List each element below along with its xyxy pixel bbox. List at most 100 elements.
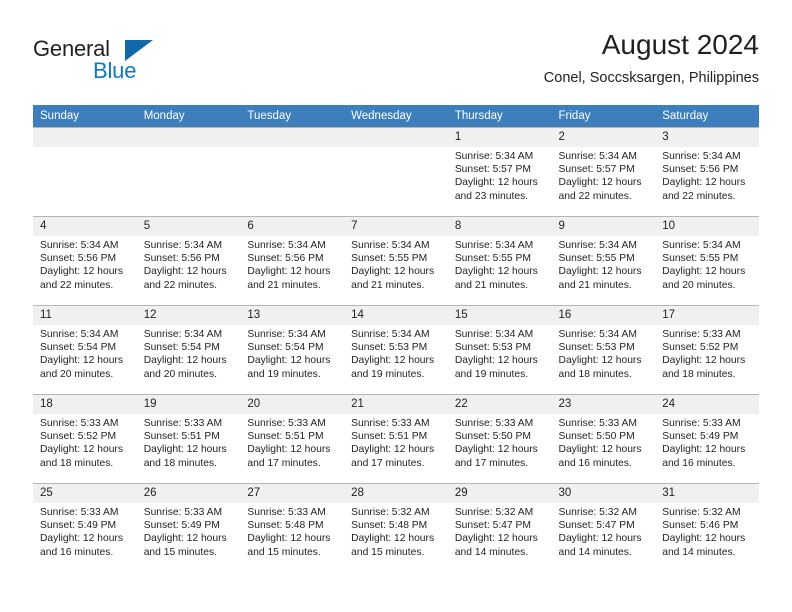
sunrise-text: Sunrise: 5:33 AM: [40, 507, 119, 518]
daylight-text-line1: Daylight: 12 hours: [247, 266, 331, 278]
calendar-day-cell[interactable]: 1 Sunrise: 5:34 AM Sunset: 5:57 PM Daylight…: [447, 127, 552, 217]
day-number: 24: [655, 395, 759, 414]
daylight-text-line2: and 18 minutes.: [143, 457, 217, 469]
calendar-day-cell[interactable]: 18 Sunrise: 5:33 AM Sunset: 5:52 PM Dayligh…: [33, 394, 137, 484]
calendar-day-cell[interactable]: 5 Sunrise: 5:34 AM Sunset: 5:56 PM Daylight…: [136, 216, 241, 306]
calendar-day-cell[interactable]: 30 Sunrise: 5:32 AM Sunset: 5:47 PM Dayligh…: [551, 483, 656, 572]
day-details: Sunrise: 5:33 AM Sunset: 5:52 PM Daylight:…: [33, 414, 137, 470]
calendar-day-cell[interactable]: 10 Sunrise: 5:34 AM Sunset: 5:55 PM Dayligh…: [655, 216, 759, 306]
daylight-text-line2: and 17 minutes.: [247, 457, 321, 469]
calendar-day-cell[interactable]: 6 Sunrise: 5:34 AM Sunset: 5:56 PM Daylight…: [240, 216, 345, 306]
day-details: Sunrise: 5:34 AM Sunset: 5:56 PM Daylight:…: [137, 236, 241, 292]
calendar-day-cell[interactable]: 11 Sunrise: 5:34 AM Sunset: 5:54 PM Dayligh…: [33, 305, 137, 395]
sunset-text: Sunset: 5:52 PM: [662, 342, 739, 354]
calendar-day-cell[interactable]: 15 Sunrise: 5:34 AM Sunset: 5:53 PM Dayligh…: [447, 305, 552, 395]
calendar-day-cell[interactable]: 13 Sunrise: 5:34 AM Sunset: 5:54 PM Dayligh…: [240, 305, 345, 395]
calendar-day-cell[interactable]: 14 Sunrise: 5:34 AM Sunset: 5:53 PM Dayligh…: [344, 305, 448, 395]
daylight-text-line2: and 15 minutes.: [247, 546, 321, 558]
calendar-day-cell[interactable]: 20 Sunrise: 5:33 AM Sunset: 5:51 PM Dayligh…: [240, 394, 345, 484]
daylight-text-line1: Daylight: 12 hours: [662, 266, 746, 278]
day-details: Sunrise: 5:34 AM Sunset: 5:56 PM Daylight:…: [33, 236, 137, 292]
calendar-day-cell[interactable]: 2 Sunrise: 5:34 AM Sunset: 5:57 PM Daylight…: [551, 127, 656, 217]
calendar-empty-cell: [136, 127, 241, 217]
sunrise-text: Sunrise: 5:33 AM: [143, 418, 223, 429]
day-number: 28: [344, 484, 448, 503]
general-blue-logo[interactable]: General Blue: [33, 36, 253, 94]
calendar-day-cell[interactable]: 22 Sunrise: 5:33 AM Sunset: 5:50 PM Dayligh…: [447, 394, 552, 484]
daylight-text-line2: and 18 minutes.: [662, 368, 736, 380]
calendar-day-cell[interactable]: 29 Sunrise: 5:32 AM Sunset: 5:47 PM Dayligh…: [447, 483, 552, 572]
calendar-day-cell[interactable]: 21 Sunrise: 5:33 AM Sunset: 5:51 PM Dayligh…: [344, 394, 448, 484]
day-number: 4: [33, 217, 137, 236]
daylight-text-line1: Daylight: 12 hours: [143, 355, 227, 367]
sunset-text: Sunset: 5:49 PM: [40, 520, 117, 532]
daylight-text-line2: and 14 minutes.: [558, 546, 632, 558]
day-number: 27: [240, 484, 345, 503]
day-number: 9: [551, 217, 656, 236]
sunset-text: Sunset: 5:47 PM: [454, 520, 531, 532]
weekday-header-wednesday: Wednesday: [344, 105, 448, 128]
sunrise-text: Sunrise: 5:34 AM: [40, 329, 119, 340]
sunrise-text: Sunrise: 5:34 AM: [558, 240, 637, 251]
sunrise-text: Sunrise: 5:33 AM: [662, 329, 741, 340]
calendar-day-cell[interactable]: 17 Sunrise: 5:33 AM Sunset: 5:52 PM Dayligh…: [655, 305, 759, 395]
daylight-text-line1: Daylight: 12 hours: [351, 355, 435, 367]
sunset-text: Sunset: 5:48 PM: [351, 520, 428, 532]
day-details: Sunrise: 5:34 AM Sunset: 5:55 PM Daylight:…: [552, 236, 656, 292]
daylight-text-line1: Daylight: 12 hours: [247, 533, 331, 545]
sunrise-text: Sunrise: 5:34 AM: [40, 240, 119, 251]
sunset-text: Sunset: 5:53 PM: [558, 342, 635, 354]
calendar-day-cell[interactable]: 9 Sunrise: 5:34 AM Sunset: 5:55 PM Daylight…: [551, 216, 656, 306]
day-number: 16: [551, 306, 656, 325]
calendar-day-cell[interactable]: 4 Sunrise: 5:34 AM Sunset: 5:56 PM Daylight…: [33, 216, 137, 306]
sunrise-text: Sunrise: 5:33 AM: [662, 418, 741, 429]
sunrise-text: Sunrise: 5:34 AM: [143, 240, 223, 251]
day-number: 21: [344, 395, 448, 414]
sunrise-text: Sunrise: 5:34 AM: [558, 151, 637, 162]
sunrise-text: Sunrise: 5:33 AM: [247, 507, 326, 518]
sunrise-text: Sunrise: 5:32 AM: [558, 507, 637, 518]
calendar-day-cell[interactable]: 24 Sunrise: 5:33 AM Sunset: 5:49 PM Dayligh…: [655, 394, 759, 484]
page-subtitle: Conel, Soccsksargen, Philippines: [543, 70, 759, 86]
daylight-text-line2: and 17 minutes.: [351, 457, 425, 469]
day-details: Sunrise: 5:33 AM Sunset: 5:49 PM Daylight:…: [33, 503, 137, 559]
calendar-day-cell[interactable]: 16 Sunrise: 5:34 AM Sunset: 5:53 PM Dayligh…: [551, 305, 656, 395]
calendar-day-cell[interactable]: 23 Sunrise: 5:33 AM Sunset: 5:50 PM Dayligh…: [551, 394, 656, 484]
calendar-page: General Blue August 2024 Conel, Soccsksa…: [0, 0, 792, 612]
calendar-day-cell[interactable]: 19 Sunrise: 5:33 AM Sunset: 5:51 PM Dayligh…: [136, 394, 241, 484]
daylight-text-line1: Daylight: 12 hours: [662, 533, 746, 545]
daylight-text-line1: Daylight: 12 hours: [143, 533, 227, 545]
calendar-day-cell[interactable]: 28 Sunrise: 5:32 AM Sunset: 5:48 PM Dayligh…: [344, 483, 448, 572]
sunset-text: Sunset: 5:51 PM: [143, 431, 220, 443]
calendar-day-cell[interactable]: 27 Sunrise: 5:33 AM Sunset: 5:48 PM Dayligh…: [240, 483, 345, 572]
daylight-text-line2: and 19 minutes.: [454, 368, 529, 380]
day-details: Sunrise: 5:34 AM Sunset: 5:57 PM Daylight:…: [448, 147, 552, 203]
calendar-day-cell[interactable]: 25 Sunrise: 5:33 AM Sunset: 5:49 PM Dayligh…: [33, 483, 137, 572]
daylight-text-line2: and 22 minutes.: [662, 190, 736, 202]
sunrise-text: Sunrise: 5:34 AM: [454, 240, 534, 251]
day-number: 6: [240, 217, 345, 236]
calendar-day-cell[interactable]: 3 Sunrise: 5:34 AM Sunset: 5:56 PM Daylight…: [655, 127, 759, 217]
day-details: Sunrise: 5:33 AM Sunset: 5:50 PM Daylight:…: [552, 414, 656, 470]
sunrise-text: Sunrise: 5:33 AM: [351, 418, 430, 429]
sunset-text: Sunset: 5:51 PM: [351, 431, 428, 443]
calendar-day-cell[interactable]: 31 Sunrise: 5:32 AM Sunset: 5:46 PM Dayligh…: [655, 483, 759, 572]
sunrise-text: Sunrise: 5:34 AM: [558, 329, 637, 340]
sunset-text: Sunset: 5:56 PM: [143, 253, 220, 265]
daylight-text-line2: and 14 minutes.: [454, 546, 529, 558]
daylight-text-line2: and 23 minutes.: [454, 190, 529, 202]
day-details: Sunrise: 5:34 AM Sunset: 5:53 PM Daylight:…: [344, 325, 448, 381]
day-number: 25: [33, 484, 137, 503]
daylight-text-line1: Daylight: 12 hours: [351, 444, 435, 456]
calendar-day-cell[interactable]: 26 Sunrise: 5:33 AM Sunset: 5:49 PM Dayligh…: [136, 483, 241, 572]
calendar-day-cell[interactable]: 8 Sunrise: 5:34 AM Sunset: 5:55 PM Daylight…: [447, 216, 552, 306]
sunset-text: Sunset: 5:56 PM: [247, 253, 324, 265]
calendar-day-cell[interactable]: 12 Sunrise: 5:34 AM Sunset: 5:54 PM Dayligh…: [136, 305, 241, 395]
day-details: Sunrise: 5:34 AM Sunset: 5:56 PM Daylight:…: [655, 147, 759, 203]
daylight-text-line2: and 21 minutes.: [247, 279, 321, 291]
day-details: Sunrise: 5:32 AM Sunset: 5:47 PM Daylight:…: [448, 503, 552, 559]
day-details: Sunrise: 5:33 AM Sunset: 5:49 PM Daylight:…: [655, 414, 759, 470]
calendar-day-cell[interactable]: 7 Sunrise: 5:34 AM Sunset: 5:55 PM Daylight…: [344, 216, 448, 306]
sunset-text: Sunset: 5:53 PM: [351, 342, 428, 354]
day-details: Sunrise: 5:32 AM Sunset: 5:48 PM Daylight:…: [344, 503, 448, 559]
